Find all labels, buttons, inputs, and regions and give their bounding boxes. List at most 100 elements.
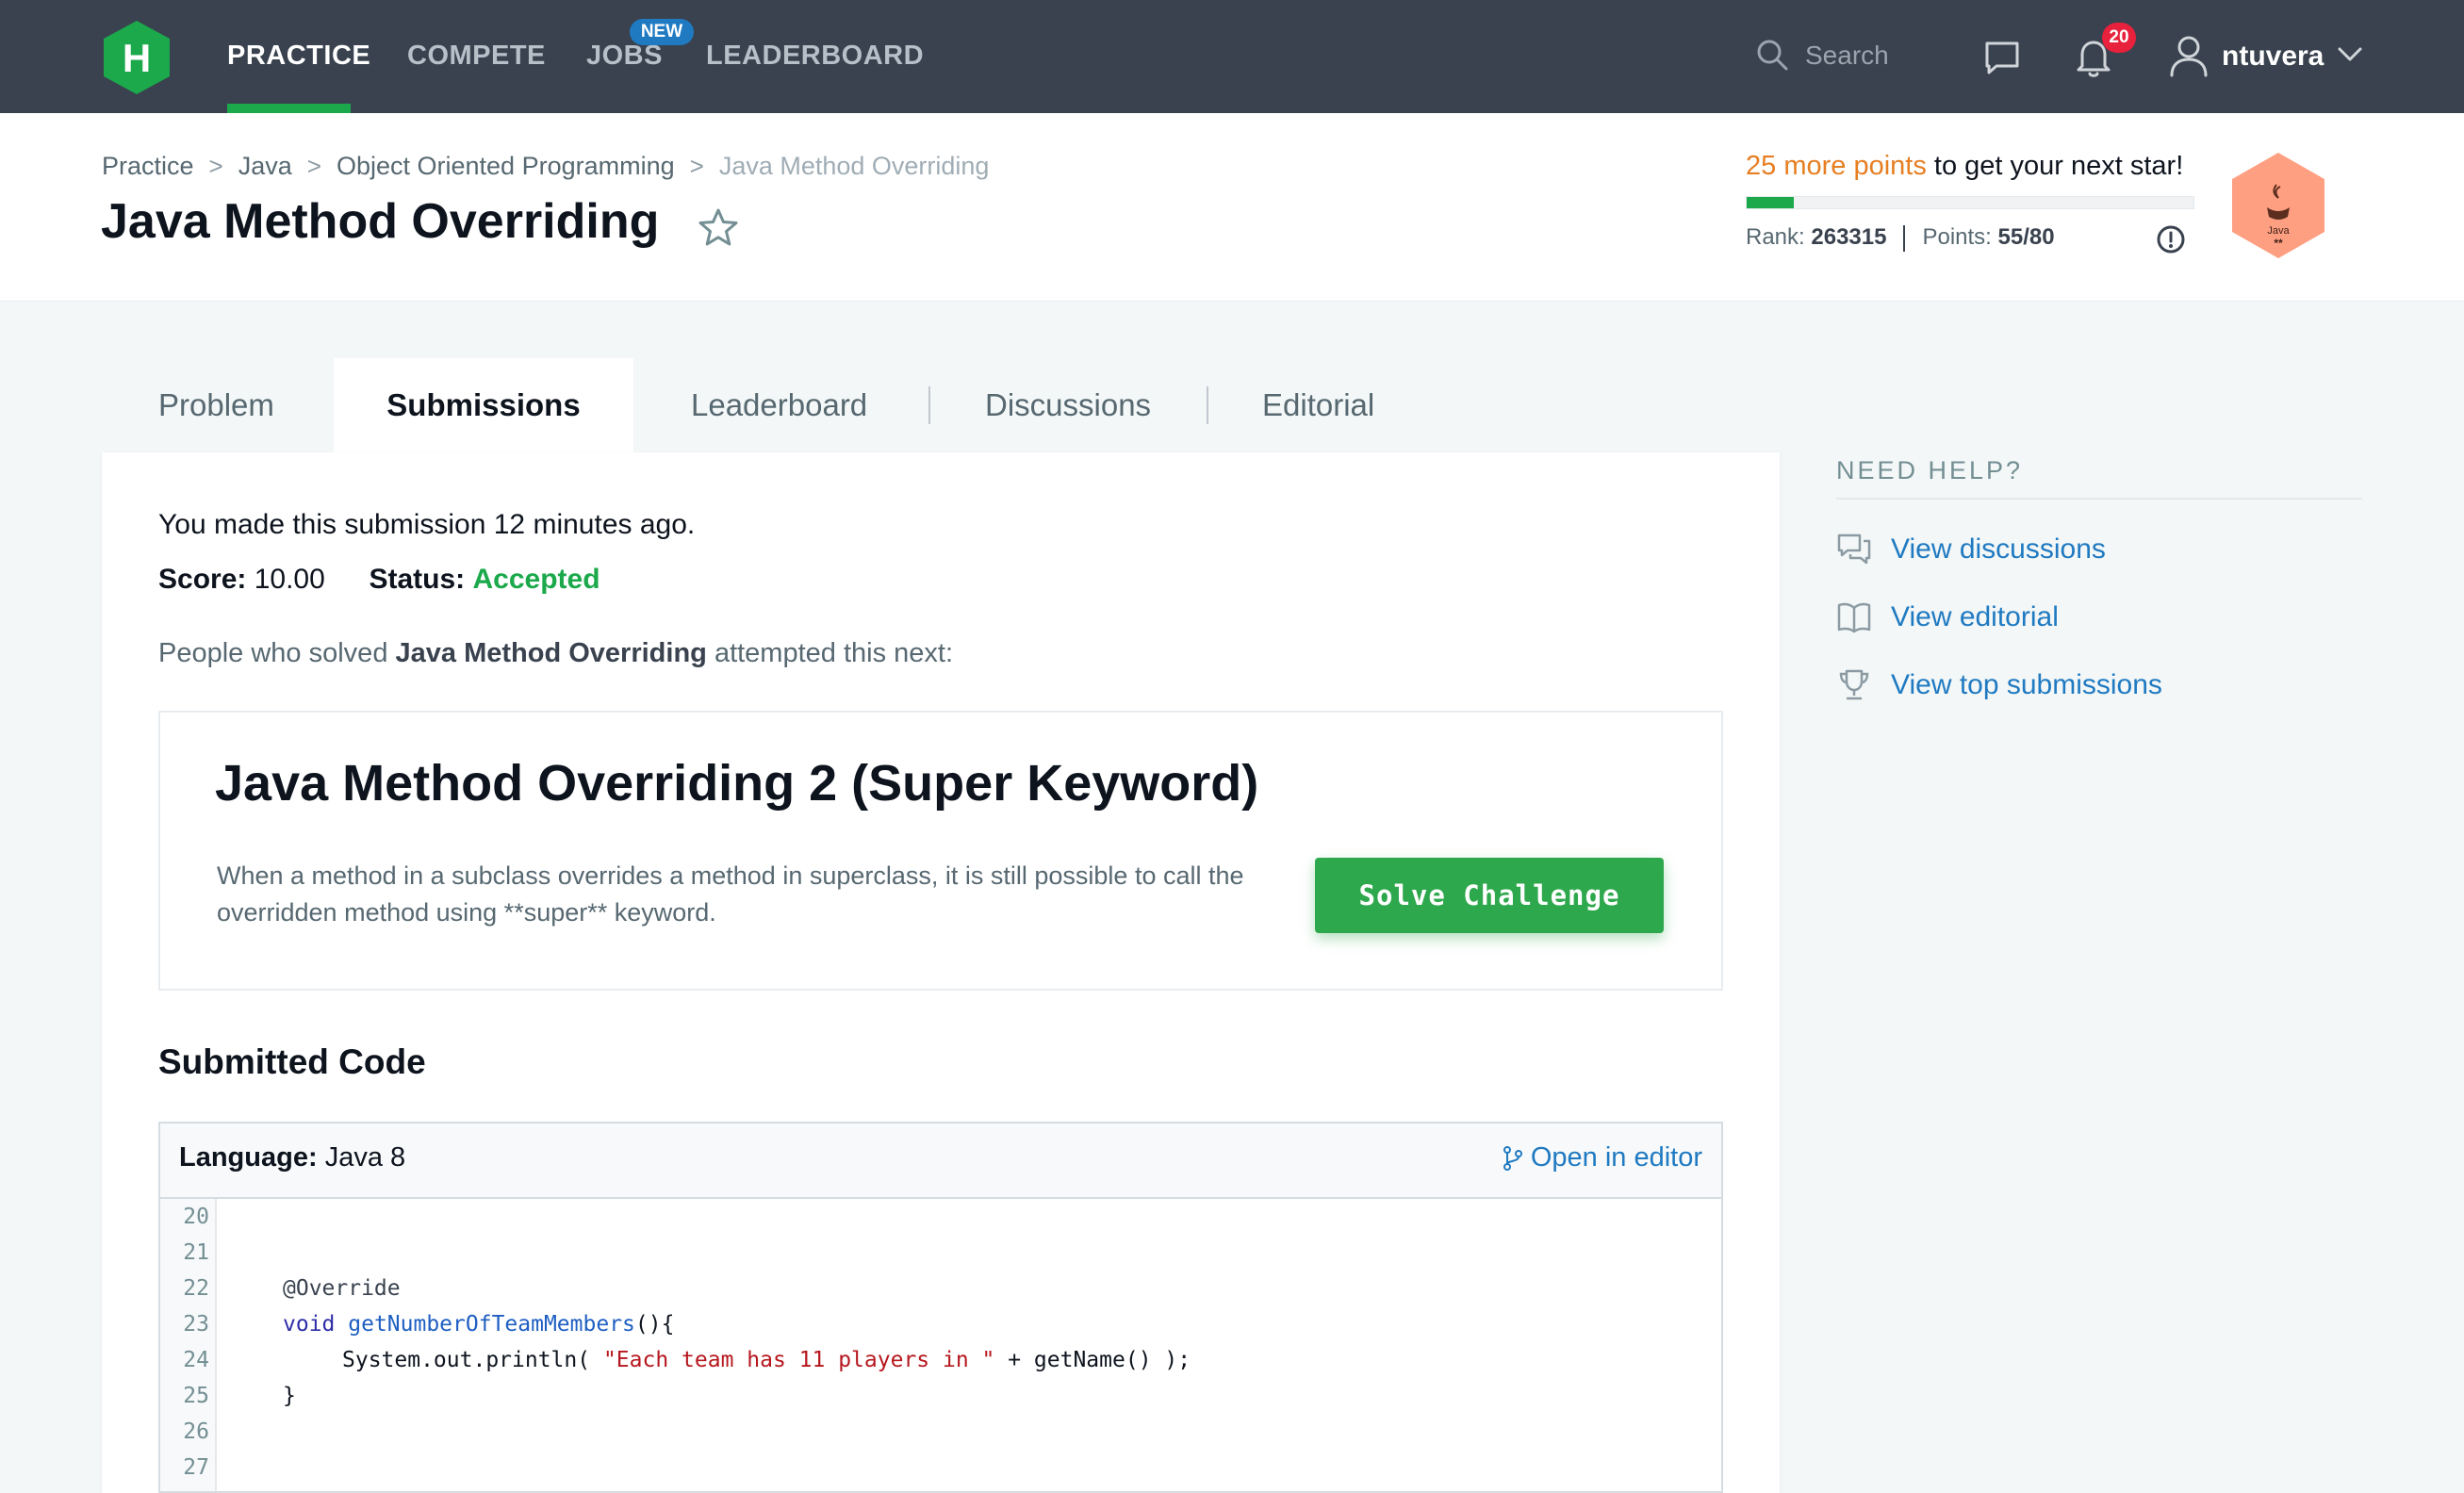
trophy-icon bbox=[1839, 669, 1869, 700]
line-number-gutter: 20 21 22 23 24 25 26 27 bbox=[160, 1199, 217, 1491]
jobs-new-badge: NEW bbox=[630, 19, 694, 45]
rank-divider bbox=[1903, 224, 1906, 252]
chevron-right-icon: > bbox=[689, 152, 704, 181]
rank-points-line: Rank: 263315 Points: 55/80 bbox=[1746, 224, 2055, 252]
nav-compete[interactable]: COMPETE bbox=[407, 0, 546, 113]
brace-token: } bbox=[283, 1384, 296, 1408]
code-token: + getName() ); bbox=[994, 1348, 1191, 1372]
chevron-right-icon: > bbox=[208, 152, 223, 181]
next-star-progress-text: 25 more points to get your next star! bbox=[1746, 151, 2183, 182]
search-input[interactable] bbox=[1805, 36, 1937, 75]
tab-editorial[interactable]: Editorial bbox=[1262, 358, 1374, 452]
line-number: 20 bbox=[183, 1205, 209, 1229]
score-status-line: Score: 10.00 Status: Accepted bbox=[158, 564, 600, 596]
rank-label: Rank: bbox=[1746, 224, 1805, 250]
code-line-22: @Override bbox=[283, 1271, 401, 1306]
language-label: Language: bbox=[179, 1142, 318, 1173]
line-number: 23 bbox=[183, 1312, 209, 1337]
tab-divider bbox=[1207, 386, 1208, 424]
code-viewer-header: Language: Java 8 Open in editor bbox=[160, 1124, 1721, 1199]
logo-letter: H bbox=[123, 36, 151, 80]
breadcrumb-oop[interactable]: Object Oriented Programming bbox=[337, 152, 675, 181]
book-icon bbox=[1837, 602, 1871, 633]
branch-icon bbox=[1503, 1146, 1522, 1172]
breadcrumb-current: Java Method Overriding bbox=[718, 152, 990, 181]
view-editorial-label: View editorial bbox=[1891, 601, 2059, 632]
score-value: 10.00 bbox=[254, 564, 325, 595]
points-label: Points: bbox=[1922, 224, 1992, 250]
badge-label: Java bbox=[2267, 225, 2290, 237]
solve-challenge-button[interactable]: Solve Challenge bbox=[1315, 858, 1664, 933]
active-nav-indicator bbox=[227, 104, 351, 113]
tab-leaderboard[interactable]: Leaderboard bbox=[691, 358, 867, 452]
open-in-editor-link[interactable]: Open in editor bbox=[1503, 1142, 1702, 1173]
code-line-23: void getNumberOfTeamMembers(){ bbox=[283, 1306, 674, 1342]
star-progress-fill bbox=[1747, 197, 1795, 208]
code-line-24: System.out.println( "Each team has 11 pl… bbox=[342, 1342, 1191, 1378]
tab-problem[interactable]: Problem bbox=[158, 358, 274, 452]
nav-jobs[interactable]: JOBS bbox=[586, 0, 663, 113]
status-accepted: Accepted bbox=[472, 564, 600, 595]
line-number: 25 bbox=[183, 1384, 209, 1408]
line-number: 22 bbox=[183, 1276, 209, 1301]
nav-practice[interactable]: PRACTICE bbox=[227, 0, 370, 113]
score-label: Score: bbox=[158, 564, 247, 595]
method-name-token: getNumberOfTeamMembers bbox=[348, 1312, 635, 1337]
breadcrumb: Practice > Java > Object Oriented Programmin… bbox=[102, 151, 989, 189]
submission-time: You made this submission 12 minutes ago. bbox=[158, 509, 696, 540]
chevron-down-icon[interactable] bbox=[2338, 47, 2362, 62]
open-in-editor-label: Open in editor bbox=[1530, 1142, 1702, 1173]
hackerrank-logo[interactable]: H bbox=[101, 19, 172, 96]
annotation-token: @Override bbox=[283, 1276, 401, 1301]
chevron-right-icon: > bbox=[306, 152, 321, 181]
bookmark-star-icon[interactable] bbox=[698, 207, 739, 247]
breadcrumb-practice[interactable]: Practice bbox=[102, 152, 194, 181]
next-challenge-description: When a method in a subclass overrides a … bbox=[217, 861, 1244, 927]
view-discussions-label: View discussions bbox=[1891, 533, 2106, 565]
people-also-attempted: People who solved Java Method Overriding… bbox=[158, 638, 953, 669]
tab-discussions[interactable]: Discussions bbox=[985, 358, 1151, 452]
language-value: Java 8 bbox=[324, 1142, 406, 1173]
next-challenge-title[interactable]: Java Method Overriding 2 (Super Keyword) bbox=[215, 754, 1258, 812]
submitted-code-title: Submitted Code bbox=[158, 1042, 426, 1081]
line-number: 21 bbox=[183, 1240, 209, 1265]
language-info: Language: Java 8 bbox=[179, 1142, 405, 1173]
rank-value: 263315 bbox=[1811, 224, 1887, 250]
line-number: 24 bbox=[183, 1348, 209, 1372]
keyword-token: void bbox=[283, 1312, 336, 1337]
star-progress-bar bbox=[1746, 196, 2194, 209]
notification-count-badge: 20 bbox=[2102, 23, 2136, 53]
people-challenge-name: Java Method Overriding bbox=[395, 638, 707, 668]
username-menu[interactable]: ntuvera bbox=[2222, 0, 2324, 113]
line-number: 26 bbox=[183, 1419, 209, 1444]
points-needed-suffix: to get your next star! bbox=[1933, 151, 2184, 181]
badge-stars: ** bbox=[2274, 237, 2283, 250]
search-box[interactable] bbox=[1753, 34, 1942, 79]
string-token: "Each team has 11 players in " bbox=[602, 1348, 995, 1372]
line-number: 27 bbox=[183, 1455, 209, 1480]
view-top-submissions-label: View top submissions bbox=[1891, 669, 2162, 700]
need-help-heading: NEED HELP? bbox=[1836, 456, 2024, 484]
nav-leaderboard[interactable]: LEADERBOARD bbox=[706, 0, 924, 113]
tab-divider bbox=[928, 386, 930, 424]
code-viewer: Language: Java 8 Open in editor 20 21 22… bbox=[158, 1122, 1723, 1493]
java-star-badge[interactable]: Java ** bbox=[2229, 151, 2327, 260]
people-suffix: attempted this next: bbox=[714, 638, 954, 668]
punctuation-token: (){ bbox=[634, 1312, 675, 1337]
discussions-icon bbox=[1837, 533, 1871, 565]
tab-submissions[interactable]: Submissions bbox=[334, 358, 633, 452]
code-line-25: } bbox=[283, 1378, 296, 1414]
status-label: Status: bbox=[369, 564, 466, 595]
points-value: 55/80 bbox=[1997, 224, 2055, 250]
user-avatar-icon[interactable] bbox=[2168, 34, 2209, 79]
breadcrumb-java[interactable]: Java bbox=[238, 152, 292, 181]
info-icon[interactable] bbox=[2156, 224, 2186, 254]
messages-icon[interactable] bbox=[1983, 40, 2021, 75]
need-help-divider bbox=[1836, 498, 2362, 500]
top-navbar: H PRACTICE COMPETE JOBS LEADERBOARD NEW … bbox=[0, 0, 2464, 113]
points-needed: 25 more points bbox=[1746, 151, 1927, 181]
search-icon bbox=[1757, 40, 1788, 71]
next-challenge-card bbox=[158, 711, 1723, 991]
people-prefix: People who solved bbox=[158, 638, 388, 668]
page-title: Java Method Overriding bbox=[101, 194, 660, 249]
